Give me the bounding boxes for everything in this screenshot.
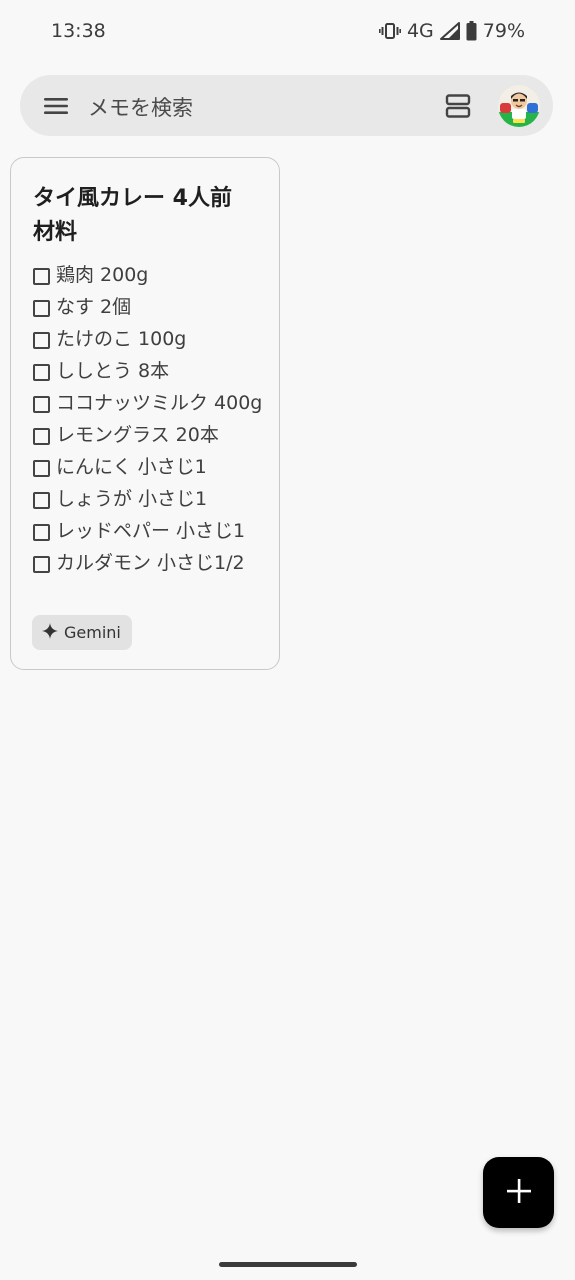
checkbox[interactable]	[33, 428, 50, 445]
checklist-item: なす 2個	[31, 294, 276, 320]
note-title-line2: 材料	[33, 220, 78, 245]
checklist-item: レモングラス 20本	[31, 422, 276, 448]
vibrate-icon	[378, 22, 401, 40]
signal-icon	[439, 22, 460, 40]
note-title: タイ風カレー 4人前 材料	[33, 182, 273, 250]
checklist-item: レッドペパー 小さじ1	[31, 518, 276, 544]
checklist: 鶏肉 200g なす 2個 たけのこ 100g ししとう 8本 ココナッツミルク…	[31, 262, 276, 582]
checkbox[interactable]	[33, 556, 50, 573]
checklist-item: にんにく 小さじ1	[31, 454, 276, 480]
gemini-chip-label: Gemini	[64, 623, 121, 642]
sparkle-icon	[42, 622, 58, 643]
layout-toggle-icon[interactable]	[444, 92, 472, 120]
checkbox[interactable]	[33, 396, 50, 413]
checkbox[interactable]	[33, 268, 50, 285]
checkbox[interactable]	[33, 364, 50, 381]
checklist-item-text: しょうが 小さじ1	[56, 488, 208, 510]
checklist-item-text: ししとう 8本	[56, 360, 170, 382]
checklist-item-text: たけのこ 100g	[56, 328, 187, 350]
checkbox[interactable]	[33, 524, 50, 541]
battery-icon	[466, 21, 477, 41]
checklist-item: たけのこ 100g	[31, 326, 276, 352]
new-note-button[interactable]	[483, 1157, 554, 1228]
checklist-item: 鶏肉 200g	[31, 262, 276, 288]
checklist-item: カルダモン 小さじ1/2	[31, 550, 276, 576]
plus-icon	[506, 1178, 532, 1208]
checklist-item: ココナッツミルク 400g	[31, 390, 276, 416]
status-time: 13:38	[51, 20, 106, 42]
note-card[interactable]: タイ風カレー 4人前 材料 鶏肉 200g なす 2個 たけのこ 100g しし…	[10, 157, 280, 670]
search-input[interactable]: メモを検索	[88, 92, 193, 122]
network-label: 4G	[406, 20, 434, 42]
checkbox[interactable]	[33, 492, 50, 509]
status-bar: 13:38 4G 79%	[0, 0, 575, 64]
search-bar[interactable]: メモを検索	[20, 75, 553, 136]
checklist-item: ししとう 8本	[31, 358, 276, 384]
checklist-item: しょうが 小さじ1	[31, 486, 276, 512]
checkbox[interactable]	[33, 460, 50, 477]
note-title-line1: タイ風カレー 4人前	[33, 186, 232, 211]
checklist-item-text: カルダモン 小さじ1/2	[56, 552, 245, 574]
home-indicator[interactable]	[219, 1262, 357, 1267]
status-icons: 4G 79%	[378, 20, 525, 42]
screen: 13:38 4G 79% メモを検索 タイ風カレー 4人前 材料 鶏肉 200g…	[0, 0, 575, 1280]
checklist-item-text: 鶏肉 200g	[56, 264, 149, 286]
battery-level: 79%	[482, 20, 525, 42]
checklist-item-text: レモングラス 20本	[56, 424, 219, 446]
checkbox[interactable]	[33, 300, 50, 317]
checklist-item-text: ココナッツミルク 400g	[56, 392, 263, 414]
checkbox[interactable]	[33, 332, 50, 349]
avatar[interactable]	[498, 85, 540, 127]
checklist-item-text: なす 2個	[56, 296, 132, 318]
checklist-item-text: にんにく 小さじ1	[56, 456, 207, 478]
gemini-chip[interactable]: Gemini	[32, 615, 132, 650]
menu-icon[interactable]	[43, 94, 69, 118]
checklist-item-text: レッドペパー 小さじ1	[56, 520, 246, 542]
